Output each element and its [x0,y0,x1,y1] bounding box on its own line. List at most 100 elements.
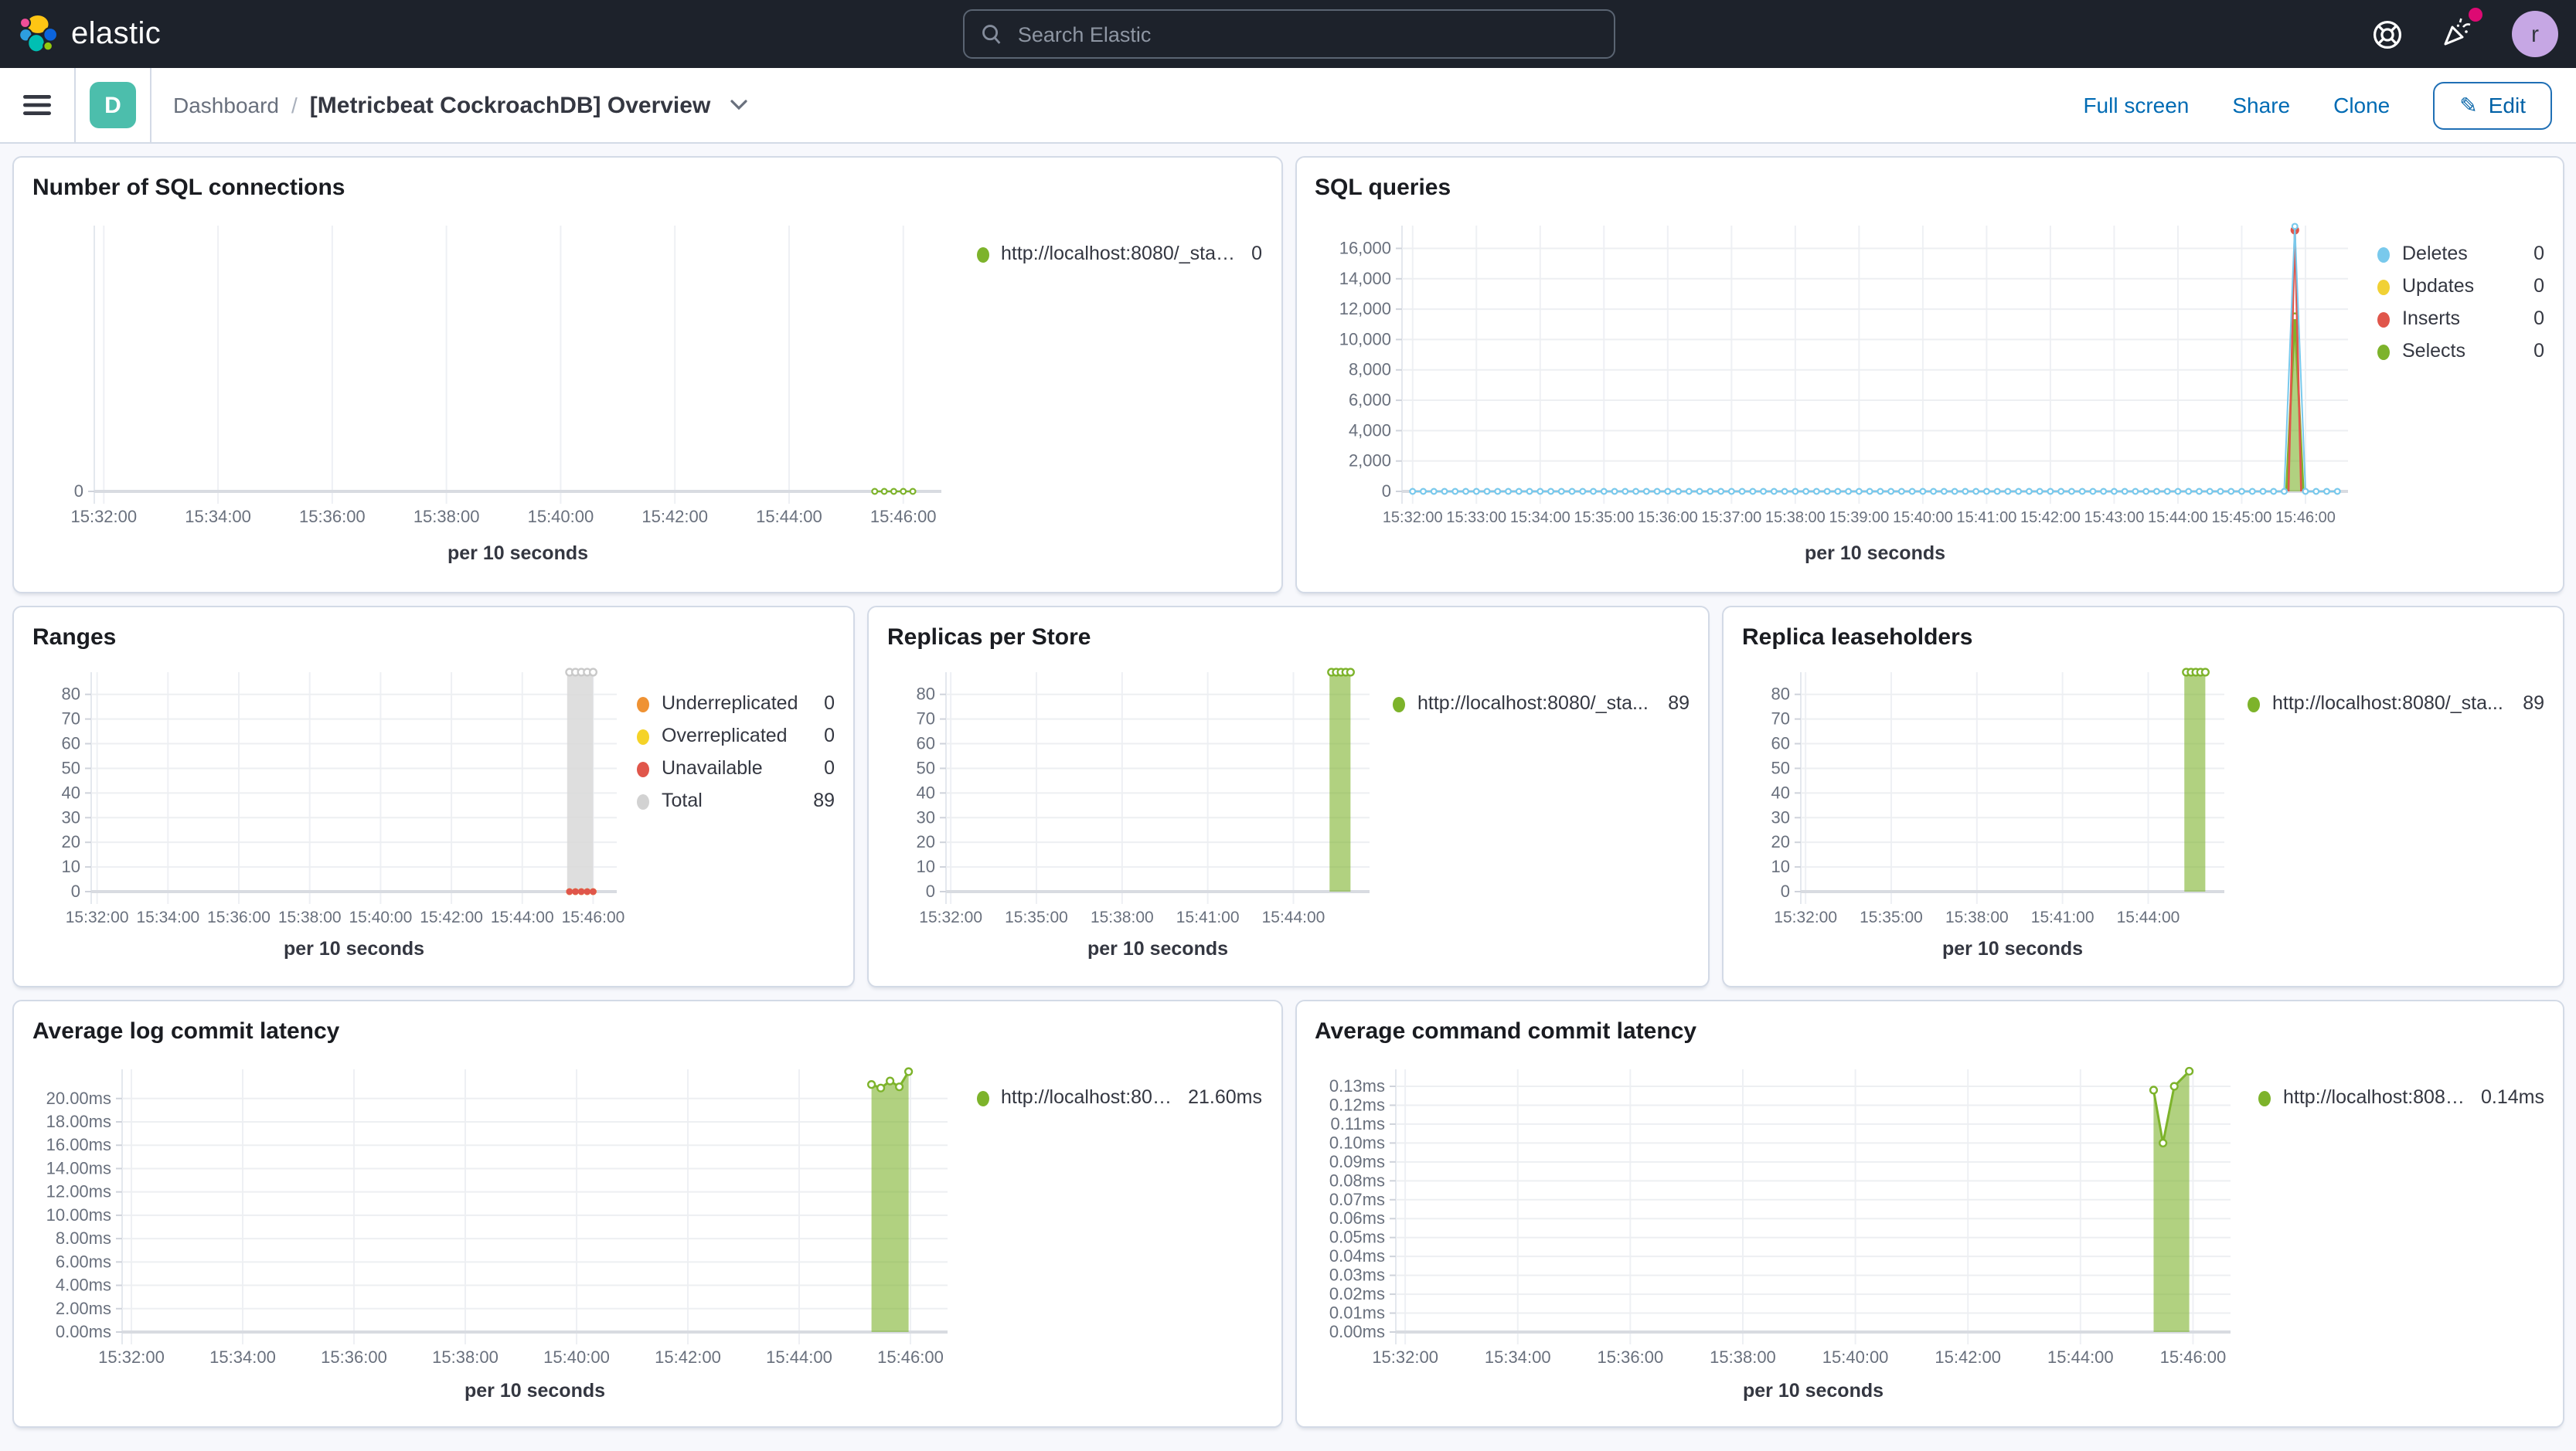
svg-text:15:37:00: 15:37:00 [1700,509,1761,526]
svg-text:0.02ms: 0.02ms [1329,1284,1384,1303]
user-avatar[interactable]: r [2512,11,2558,57]
clone-button[interactable]: Clone [2333,93,2390,117]
hamburger-icon [23,95,51,115]
svg-text:15:44:00: 15:44:00 [2117,909,2180,926]
search-input[interactable] [1014,21,1598,47]
toolbar-left: D Dashboard / [Metricbeat CockroachDB] O… [0,68,769,142]
share-button[interactable]: Share [2232,93,2290,117]
app-root: elastic Search Elastic r D Dashboard / [… [0,0,2576,1451]
svg-text:15:38:00: 15:38:00 [1945,909,2009,926]
svg-text:60: 60 [917,734,935,753]
svg-text:20: 20 [917,832,935,851]
newsfeed-button[interactable] [2441,7,2482,55]
legend-item[interactable]: http://localhost:8080/_sta... 89 [2248,693,2544,714]
legend-label: Deletes [2402,244,2468,264]
svg-text:15:43:00: 15:43:00 [2084,509,2144,526]
global-search[interactable] [962,9,1615,59]
dashboard-toolbar: D Dashboard / [Metricbeat CockroachDB] O… [0,68,2576,144]
svg-text:0.12ms: 0.12ms [1329,1095,1384,1114]
legend-item[interactable]: Overreplicated 0 [637,726,835,746]
legend-value: 89 [813,790,835,811]
series-color-dot [637,761,649,776]
legend-item[interactable]: http://localhost:8080... 0.14ms [2258,1087,2544,1108]
svg-text:80: 80 [917,685,935,704]
panel-replica-leaseholders: Replica leaseholders 0 10 20 30 40 50 60 70 80 15… [1722,606,2564,987]
ranges-chart[interactable]: 0 10 20 30 40 50 60 70 80 15:32:00 15:34:00 15:36:0… [32,660,632,963]
svg-text:15:35:00: 15:35:00 [1860,909,1923,926]
legend-item[interactable]: Unavailable 0 [637,758,835,779]
edit-button[interactable]: ✎ Edit [2433,81,2552,129]
legend-item[interactable]: Selects 0 [2377,341,2544,362]
svg-text:30: 30 [1771,807,1790,827]
replica-leaseholders-chart[interactable]: 0 10 20 30 40 50 60 70 80 15:32:00 15:35:00 15:38:0… [1742,660,2240,963]
dashboard-app-badge: D [90,82,136,128]
help-icon[interactable] [2371,18,2404,50]
svg-text:15:42:00: 15:42:00 [420,909,483,926]
legend-item[interactable]: Updates 0 [2377,276,2544,297]
svg-text:15:42:00: 15:42:00 [641,507,708,526]
svg-text:15:44:00: 15:44:00 [766,1347,832,1367]
svg-text:20: 20 [62,832,80,851]
panel-average-command-commit-latency: Average command commit latency 0.00ms 0.0… [1295,1000,2564,1428]
series-color-dot [637,729,649,744]
svg-text:15:32:00: 15:32:00 [1382,509,1442,526]
svg-text:0.10ms: 0.10ms [1329,1133,1384,1152]
svg-text:8,000: 8,000 [1348,360,1390,379]
svg-text:15:32:00: 15:32:00 [1774,909,1837,926]
dashboard-app-button[interactable]: D [76,68,150,142]
svg-text:0.11ms: 0.11ms [1329,1114,1384,1133]
replicas-per-store-chart[interactable]: 0 10 20 30 40 50 60 70 80 15:32:00 15:35:00 15:38:0… [887,660,1385,963]
svg-text:40: 40 [1771,783,1790,802]
svg-text:10.00ms: 10.00ms [46,1205,111,1225]
legend-label: Total [662,791,703,811]
full-screen-button[interactable]: Full screen [2083,93,2189,117]
title-menu-button[interactable] [729,99,747,111]
svg-text:15:36:00: 15:36:00 [299,507,366,526]
legend-item[interactable]: http://localhost:8080/_stat... 0 [976,243,1262,264]
svg-text:0.03ms: 0.03ms [1329,1266,1384,1285]
series-color-dot [2377,344,2390,359]
sql-connections-chart[interactable]: 0 15:32:00 15:34:00 15:36:00 15:38:00 15:40:0… [32,210,960,566]
command-commit-latency-chart[interactable]: 0.00ms0.01ms0.02ms0.03ms0.04ms0.05ms0.06… [1315,1054,2248,1406]
svg-text:80: 80 [1771,685,1790,704]
legend-item[interactable]: Inserts 0 [2377,308,2544,329]
legend-item[interactable]: http://localhost:8080/_sta... 89 [1393,693,1690,714]
svg-text:16,000: 16,000 [1339,238,1390,257]
svg-text:15:46:00: 15:46:00 [877,1347,944,1367]
breadcrumb-dashboard-link[interactable]: Dashboard [173,93,279,117]
svg-text:14.00ms: 14.00ms [46,1158,111,1177]
svg-text:0.01ms: 0.01ms [1329,1303,1384,1323]
svg-text:15:34:00: 15:34:00 [185,507,251,526]
svg-text:0: 0 [1381,481,1390,501]
page-title: [Metricbeat CockroachDB] Overview [309,92,711,118]
panel-title: SQL queries [1315,175,1451,201]
svg-text:15:36:00: 15:36:00 [1637,509,1697,526]
svg-text:50: 50 [917,758,935,777]
chart-legend: Deletes 0 Updates 0 Inserts 0 Selects 0 [2377,210,2544,576]
svg-text:60: 60 [1771,734,1790,753]
sql-queries-chart[interactable]: 0 2,000 4,000 6,000 8,000 10,000 12,000 14,000 1… [1315,210,2366,566]
svg-text:0.07ms: 0.07ms [1329,1190,1384,1209]
svg-text:70: 70 [62,709,80,729]
svg-text:15:32:00: 15:32:00 [919,909,982,926]
log-commit-latency-chart[interactable]: 0.00ms 2.00ms 4.00ms 6.00ms 8.00ms 10.00ms 12.… [32,1054,966,1406]
pencil-icon: ✎ [2459,92,2478,117]
svg-text:15:46:00: 15:46:00 [2275,509,2335,526]
legend-item[interactable]: http://localhost:808... 21.60ms [976,1087,1262,1108]
elastic-logo-group[interactable]: elastic [19,14,312,54]
legend-value: 0 [2533,243,2544,264]
legend-item[interactable]: Total 89 [637,790,835,811]
legend-item[interactable]: Deletes 0 [2377,243,2544,264]
svg-text:15:45:00: 15:45:00 [2211,509,2271,526]
svg-text:15:34:00: 15:34:00 [1484,1347,1550,1367]
legend-label: http://localhost:8080/_sta... [1417,694,1649,714]
main-menu-button[interactable] [0,68,74,142]
svg-text:15:44:00: 15:44:00 [2047,1347,2113,1367]
svg-text:15:34:00: 15:34:00 [136,909,199,926]
panel-title: Replica leaseholders [1742,624,1973,651]
svg-text:15:33:00: 15:33:00 [1445,509,1506,526]
legend-item[interactable]: Underreplicated 0 [637,693,835,714]
chart-legend: http://localhost:8080... 0.14ms [2258,1054,2544,1411]
panel-number-of-sql-connections: Number of SQL connections 0 15:32:00 15:34… [12,156,1282,593]
svg-text:15:40:00: 15:40:00 [528,507,594,526]
